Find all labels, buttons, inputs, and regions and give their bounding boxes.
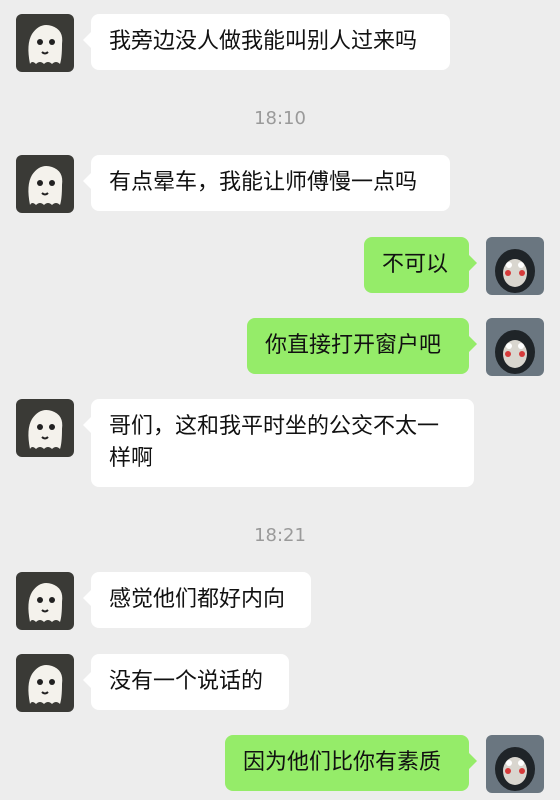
chat-bubble[interactable]: 没有一个说话的: [83, 654, 289, 710]
message-text: 没有一个说话的: [109, 669, 264, 694]
message-text: 感觉他们都好内向: [109, 587, 286, 612]
ghost-avatar-icon[interactable]: [16, 654, 74, 712]
chat-bubble[interactable]: 我旁边没人做我能叫别人过来吗: [83, 14, 450, 70]
message-text: 有点晕车，我能让师傅慢一点吗: [109, 170, 418, 195]
message-text: 你直接打开窗户吧: [265, 333, 442, 358]
chat-bubble[interactable]: 哥们，这和我平时坐的公交不太一样啊: [83, 399, 474, 487]
ghost-avatar-icon[interactable]: [16, 399, 74, 457]
message-text: 哥们，这和我平时坐的公交不太一样啊: [109, 414, 440, 471]
timestamp: 18:10: [254, 108, 306, 129]
penguin-avatar-icon[interactable]: [486, 735, 544, 793]
chat-bubble[interactable]: 感觉他们都好内向: [83, 572, 311, 628]
penguin-avatar-icon[interactable]: [486, 318, 544, 376]
chat-bubble[interactable]: 因为他们比你有素质: [225, 735, 477, 791]
chat-bubble[interactable]: 有点晕车，我能让师傅慢一点吗: [83, 155, 450, 211]
ghost-avatar-icon[interactable]: [16, 14, 74, 72]
message-text: 我旁边没人做我能叫别人过来吗: [109, 29, 418, 54]
message-text: 因为他们比你有素质: [243, 750, 442, 775]
ghost-avatar-icon[interactable]: [16, 155, 74, 213]
penguin-avatar-icon[interactable]: [486, 237, 544, 295]
message-text: 不可以: [382, 252, 449, 277]
chat-bubble[interactable]: 不可以: [364, 237, 477, 293]
timestamp: 18:21: [254, 525, 306, 546]
chat-bubble[interactable]: 你直接打开窗户吧: [247, 318, 477, 374]
ghost-avatar-icon[interactable]: [16, 572, 74, 630]
